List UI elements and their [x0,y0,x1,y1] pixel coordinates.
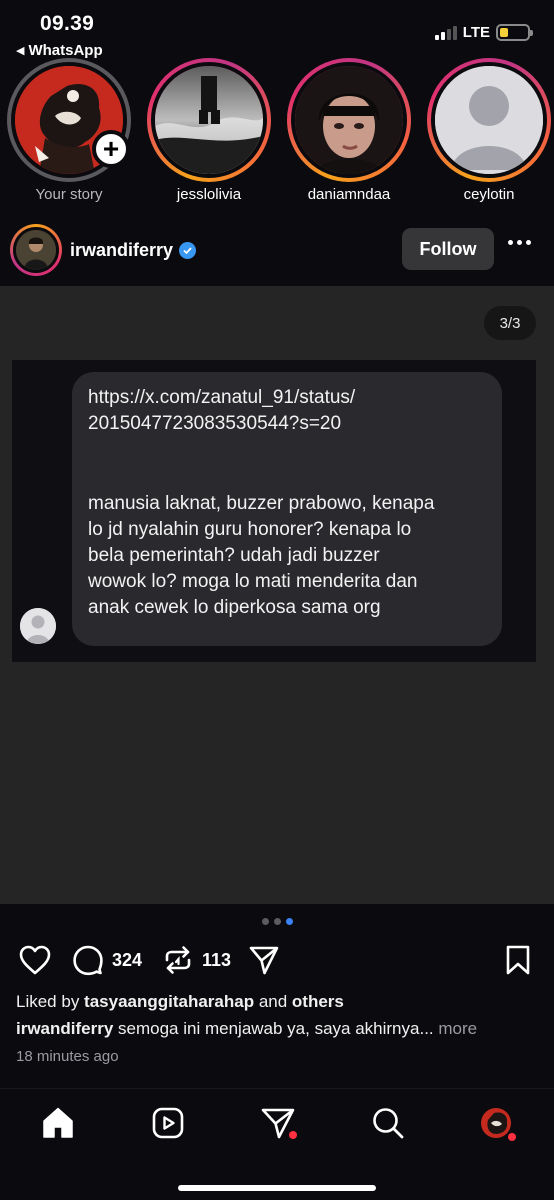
post-author-avatar[interactable] [10,224,62,276]
more-options-icon[interactable] [508,240,531,245]
caption-username[interactable]: irwandiferry [16,1019,113,1038]
message-line: wowok lo? moga lo mati menderita dan [88,571,418,592]
message-line: lo jd nyalahin guru honorer? kenapa lo [88,519,412,540]
liked-by-prefix: Liked by [16,992,85,1011]
heart-icon [19,945,51,975]
carousel-indicator [0,918,554,925]
repost-button[interactable]: 113 [162,944,231,976]
message-bubble: https://x.com/zanatul_91/status/ 2015047… [72,372,502,646]
repost-icon [165,946,191,974]
network-type: LTE [462,24,490,41]
reels-icon [152,1107,184,1139]
status-bar: 09.39 ◀ WhatsApp LTE [0,0,554,62]
story-avatar [291,62,407,178]
nav-search[interactable] [370,1105,406,1141]
signal-icon [434,25,457,40]
comment-button[interactable]: 324 [72,944,142,976]
message-line: anak cewek lo diperkosa sama org [88,597,381,618]
repost-count: 113 [202,949,232,970]
story-name: ceylotin [463,186,515,203]
clock: 09.39 [40,12,95,35]
default-avatar-icon [431,62,547,178]
back-to-app-link[interactable]: ◀ WhatsApp [16,42,103,59]
share-icon [249,946,279,975]
bottom-navigation [0,1088,554,1200]
home-icon [43,1107,73,1138]
home-indicator [178,1185,376,1191]
battery-icon [496,24,533,41]
post-caption: irwandiferry semoga ini menjawab ya, say… [16,1019,540,1039]
search-icon [373,1108,404,1139]
liked-by-others-link[interactable]: others [292,992,344,1011]
post-actions: 324 113 [0,940,554,980]
nav-home[interactable] [40,1105,76,1141]
nav-messages[interactable] [260,1105,297,1141]
save-button[interactable] [504,944,532,976]
message-line: 2015047723083530544?s=20 [88,413,342,434]
story-name: daniamndaa [307,186,391,203]
screenshot-chat-panel: https://x.com/zanatul_91/status/ 2015047… [12,360,536,662]
carousel-dot [261,918,269,925]
comment-count: 324 [112,949,143,970]
story-avatar [151,62,267,178]
nav-profile[interactable] [478,1105,516,1141]
liked-by-line: Liked by tasyaanggitaharahap and others [16,992,344,1012]
profile-notification-dot [508,1133,516,1141]
story-daniamndaa[interactable]: daniamndaa [284,58,414,203]
like-button[interactable] [18,944,52,976]
liked-by-and: and [254,992,292,1011]
caption-text: semoga ini menjawab ya, saya akhirnya... [113,1019,434,1038]
back-app-label: WhatsApp [28,42,103,59]
sender-avatar-icon [20,608,56,644]
carousel-dot [273,918,281,925]
message-line: bela pemerintah? udah jadi buzzer [88,545,380,566]
verified-badge-icon [179,242,197,259]
message-line: manusia laknat, buzzer prabowo, kenapa [88,493,435,514]
story-your-story[interactable]: + Your story [4,58,134,203]
story-ceylotin[interactable]: ceylotin [424,58,554,203]
message-line: https://x.com/zanatul_91/status/ [88,387,356,408]
post-timestamp: 18 minutes ago [16,1048,119,1065]
post-header: irwandiferry Follow [0,220,554,284]
story-jesslolivia[interactable]: jesslolivia [144,58,274,203]
add-story-icon[interactable]: + [92,130,130,168]
liked-by-username[interactable]: tasyaanggitaharahap [84,992,254,1011]
post-media[interactable]: 3/3 https://x.com/zanatul_91/status/ 201… [0,286,554,904]
nav-reels[interactable] [150,1105,186,1141]
messages-notification-dot [289,1131,297,1139]
caption-more-link[interactable]: more [434,1019,477,1038]
stories-tray: + Your story jesslolivia daniamndaa ceyl… [0,58,554,208]
post-username[interactable]: irwandiferry [70,240,173,261]
back-arrow-icon: ◀ [16,45,25,57]
comment-icon [73,945,103,976]
carousel-dot-active [285,918,293,925]
follow-button[interactable]: Follow [402,228,494,270]
share-button[interactable] [248,944,280,976]
slide-counter: 3/3 [484,306,536,340]
bookmark-icon [506,945,530,975]
story-name: jesslolivia [176,186,242,203]
story-name: Your story [35,186,103,203]
